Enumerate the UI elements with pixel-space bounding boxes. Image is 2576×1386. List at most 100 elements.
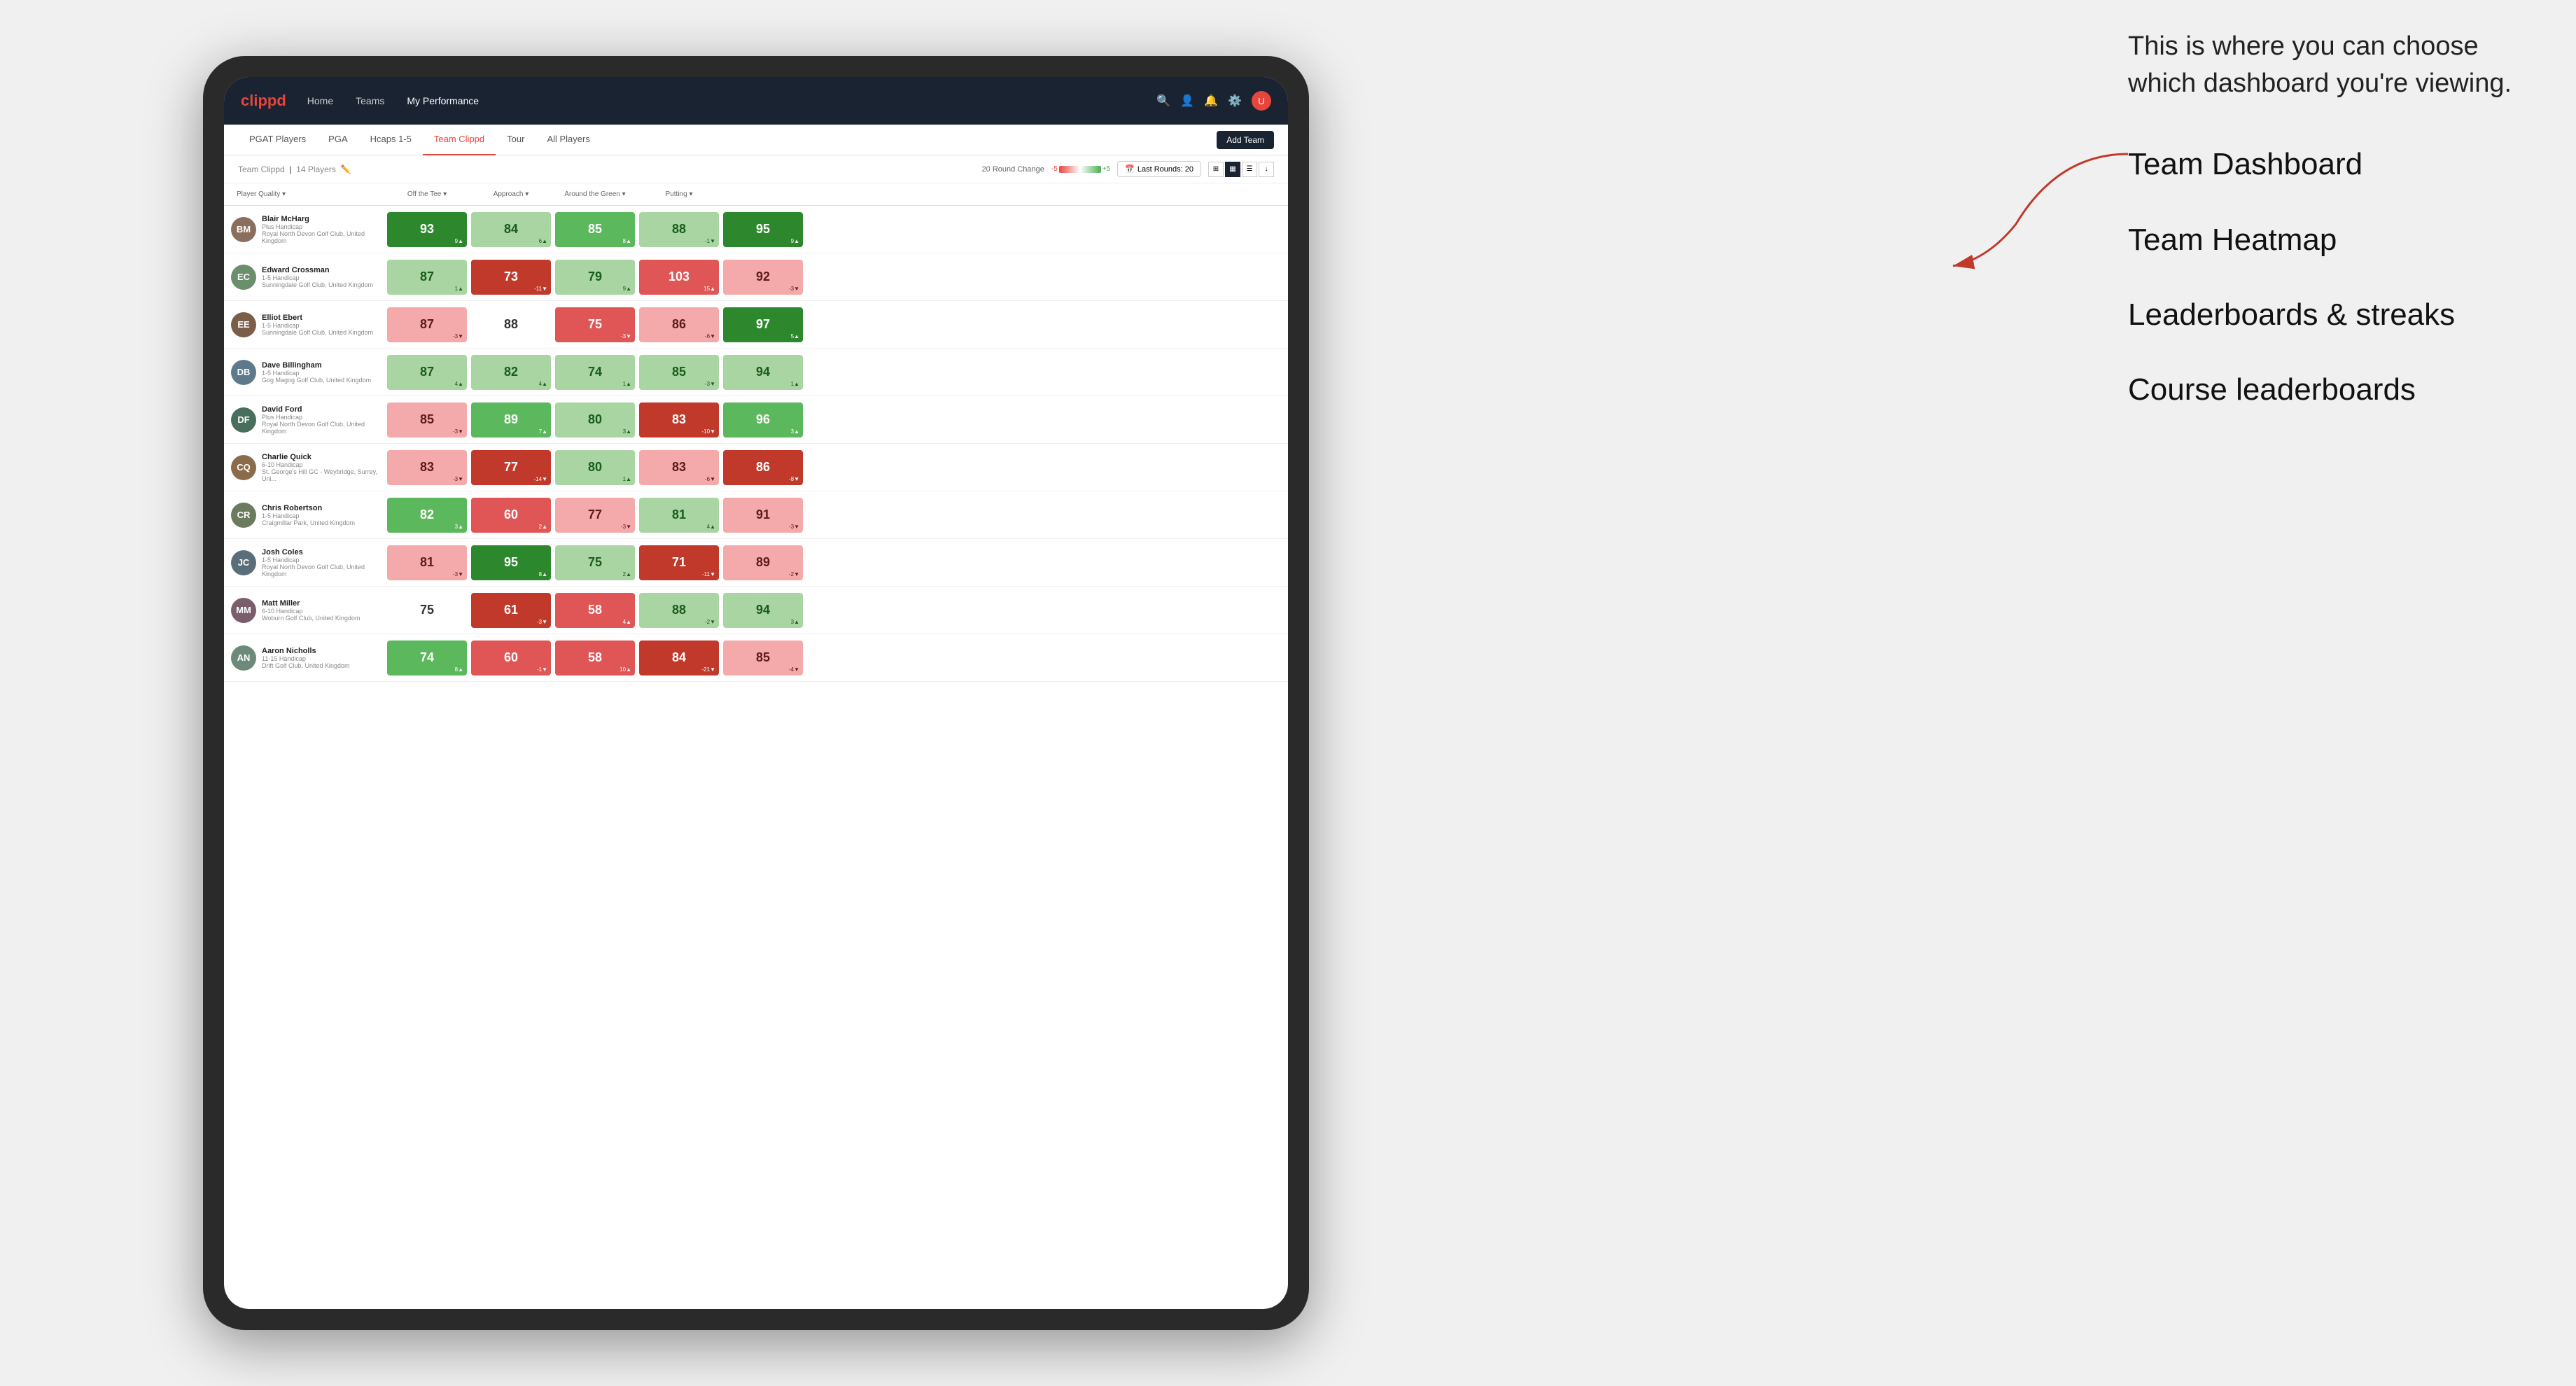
score-change: -4▼ <box>789 666 799 673</box>
player-club: Royal North Devon Golf Club, United King… <box>262 421 385 435</box>
score-change: 3▲ <box>791 619 799 625</box>
score-value: 80 <box>588 460 602 475</box>
player-cell: BMBlair McHargPlus HandicapRoyal North D… <box>231 215 385 244</box>
tab-team-clippd[interactable]: Team Clippd <box>423 125 496 155</box>
score-value: 89 <box>504 412 518 427</box>
grid-view-button[interactable]: ⊞ <box>1208 162 1224 177</box>
nav-home[interactable]: Home <box>303 92 337 109</box>
app-logo: clippd <box>241 92 286 110</box>
tab-hcaps[interactable]: Hcaps 1-5 <box>359 125 423 155</box>
col-player-quality[interactable]: Player Quality ▾ <box>231 190 385 198</box>
tab-bar: PGAT Players PGA Hcaps 1-5 Team Clippd T… <box>224 125 1288 155</box>
score-change: 9▲ <box>791 238 799 244</box>
heatmap-view-button[interactable]: ▦ <box>1225 162 1240 177</box>
table-row[interactable]: EEElliot Ebert1-5 HandicapSunningdale Go… <box>224 301 1288 349</box>
col-off-tee[interactable]: Off the Tee ▾ <box>385 190 469 198</box>
table-row[interactable]: CQCharlie Quick6-10 HandicapSt. George's… <box>224 444 1288 491</box>
score-change: 1▲ <box>791 381 799 387</box>
annotation-team-heatmap: Team Heatmap <box>2128 220 2534 260</box>
score-cell: 897▲ <box>471 402 551 438</box>
nav-teams[interactable]: Teams <box>351 92 388 109</box>
tab-all-players[interactable]: All Players <box>536 125 601 155</box>
score-cell: 86-8▼ <box>723 450 803 485</box>
score-value: 82 <box>504 365 518 379</box>
player-avatar: MM <box>231 598 256 623</box>
score-cell: 88 <box>471 307 551 342</box>
tab-pga[interactable]: PGA <box>317 125 358 155</box>
settings-icon[interactable]: ⚙️ <box>1228 94 1242 108</box>
score-cell: 801▲ <box>555 450 635 485</box>
search-icon[interactable]: 🔍 <box>1156 94 1170 108</box>
score-value: 58 <box>588 603 602 617</box>
player-club: Sunningdale Golf Club, United Kingdom <box>262 281 373 288</box>
score-cell: 81-3▼ <box>387 545 467 580</box>
score-cell: 741▲ <box>555 355 635 390</box>
sub-header-right: 20 Round Change -5 +5 📅 Last Rounds: 20 … <box>982 161 1274 177</box>
player-avatar: DB <box>231 360 256 385</box>
col-putting[interactable]: Putting ▾ <box>637 190 721 198</box>
score-value: 85 <box>672 365 686 379</box>
score-change: -3▼ <box>789 286 799 292</box>
nav-links: Home Teams My Performance <box>303 92 1157 109</box>
tab-pgat-players[interactable]: PGAT Players <box>238 125 317 155</box>
table-row[interactable]: JCJosh Coles1-5 HandicapRoyal North Devo… <box>224 539 1288 587</box>
scale-bar <box>1059 166 1101 173</box>
player-cell: JCJosh Coles1-5 HandicapRoyal North Devo… <box>231 548 385 578</box>
user-icon[interactable]: 👤 <box>1180 94 1194 108</box>
score-value: 75 <box>588 555 602 570</box>
score-cell: 83-3▼ <box>387 450 467 485</box>
list-view-button[interactable]: ☰ <box>1242 162 1257 177</box>
table-row[interactable]: DFDavid FordPlus HandicapRoyal North Dev… <box>224 396 1288 444</box>
tabs: PGAT Players PGA Hcaps 1-5 Team Clippd T… <box>238 125 601 155</box>
table-row[interactable]: MMMatt Miller6-10 HandicapWoburn Golf Cl… <box>224 587 1288 634</box>
score-value: 96 <box>756 412 770 427</box>
score-cell: 77-14▼ <box>471 450 551 485</box>
score-value: 73 <box>504 270 518 284</box>
bell-icon[interactable]: 🔔 <box>1204 94 1218 108</box>
add-team-button[interactable]: Add Team <box>1217 131 1274 149</box>
player-info: Josh Coles1-5 HandicapRoyal North Devon … <box>262 548 385 578</box>
player-avatar: CR <box>231 503 256 528</box>
table-row[interactable]: DBDave Billingham1-5 HandicapGog Magog G… <box>224 349 1288 396</box>
score-value: 94 <box>756 603 770 617</box>
score-cell: 823▲ <box>387 498 467 533</box>
table-row[interactable]: AN Aaron Nicholls11-15 HandicapDrift Golf… <box>224 634 1288 682</box>
score-change: 15▲ <box>704 286 715 292</box>
nav-my-performance[interactable]: My Performance <box>402 92 483 109</box>
score-cell: 959▲ <box>723 212 803 247</box>
score-cell: 61-3▼ <box>471 593 551 628</box>
score-change: 1▲ <box>455 286 463 292</box>
score-cell: 824▲ <box>471 355 551 390</box>
score-change: -3▼ <box>453 571 463 578</box>
sub-header: Team Clippd | 14 Players ✏️ 20 Round Cha… <box>224 155 1288 183</box>
score-cell: 73-11▼ <box>471 260 551 295</box>
score-cell: 584▲ <box>555 593 635 628</box>
player-club: Drift Golf Club, United Kingdom <box>262 662 350 669</box>
player-avatar: AN <box>231 645 256 671</box>
score-cell: 939▲ <box>387 212 467 247</box>
player-info: Aaron Nicholls11-15 HandicapDrift Golf C… <box>262 647 350 669</box>
player-handicap: 6-10 Handicap <box>262 461 385 468</box>
tab-tour[interactable]: Tour <box>496 125 536 155</box>
col-around-green[interactable]: Around the Green ▾ <box>553 190 637 198</box>
player-club: Woburn Golf Club, United Kingdom <box>262 615 360 622</box>
export-button[interactable]: ↓ <box>1259 162 1274 177</box>
avatar[interactable]: U <box>1252 91 1271 111</box>
table-row[interactable]: ECEdward Crossman1-5 HandicapSunningdale… <box>224 253 1288 301</box>
player-cell: ECEdward Crossman1-5 HandicapSunningdale… <box>231 265 385 290</box>
last-rounds-button[interactable]: 📅 Last Rounds: 20 <box>1117 161 1201 177</box>
score-change: 9▲ <box>455 238 463 244</box>
score-change: 9▲ <box>623 286 631 292</box>
score-change: 6▲ <box>539 238 547 244</box>
table-row[interactable]: BMBlair McHargPlus HandicapRoyal North D… <box>224 206 1288 253</box>
player-avatar: EC <box>231 265 256 290</box>
score-change: -21▼ <box>702 666 715 673</box>
table-row[interactable]: CRChris Robertson1-5 HandicapCraigmillar… <box>224 491 1288 539</box>
score-change: -11▼ <box>702 571 715 578</box>
col-approach[interactable]: Approach ▾ <box>469 190 553 198</box>
score-cell: 75-3▼ <box>555 307 635 342</box>
player-name: Edward Crossman <box>262 266 373 274</box>
score-change: 4▲ <box>707 524 715 530</box>
score-cell: 10315▲ <box>639 260 719 295</box>
player-avatar: EE <box>231 312 256 337</box>
